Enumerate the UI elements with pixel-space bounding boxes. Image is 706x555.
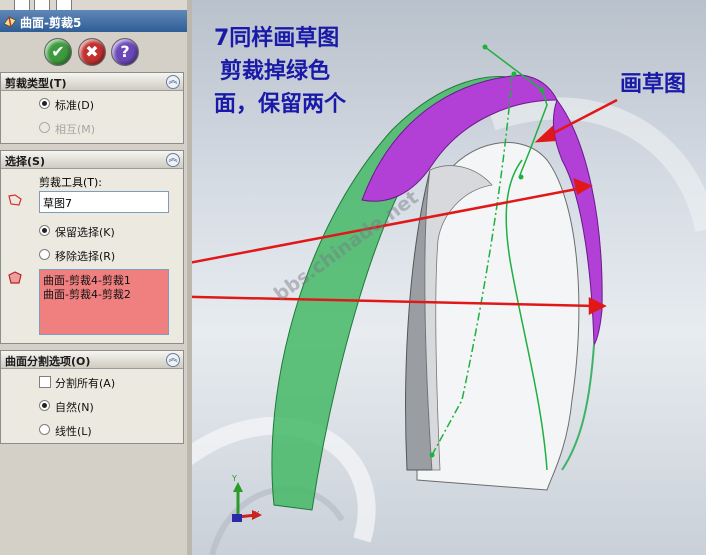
note-line-2: 剪裁掉绿色 bbox=[220, 59, 331, 84]
ok-button[interactable]: ✔ bbox=[44, 38, 72, 66]
sketch-tool-icon bbox=[8, 194, 22, 206]
note-line-3: 面，保留两个 bbox=[214, 92, 347, 117]
cancel-button[interactable]: ✖ bbox=[78, 38, 106, 66]
linear-label: 线性(L) bbox=[55, 425, 92, 438]
natural-label: 自然(N) bbox=[55, 401, 94, 414]
triad-y-label: Y bbox=[232, 474, 237, 483]
radio-standard[interactable] bbox=[39, 98, 50, 109]
surface-select-icon bbox=[8, 271, 22, 284]
collapse-icon[interactable]: ︽ bbox=[166, 353, 180, 367]
trim-type-title: 剪裁类型(T) bbox=[5, 77, 67, 90]
radio-mutual bbox=[39, 122, 50, 133]
standard-label: 标准(D) bbox=[55, 99, 95, 112]
note-line-1: 7同样画草图 bbox=[214, 26, 340, 51]
collapse-icon[interactable]: ︽ bbox=[166, 75, 180, 89]
property-manager-panel: 曲面-剪裁5 ✔ ✖ ? 剪裁类型(T) ︽ 标准(D) 相互(M) 选择(S) bbox=[0, 0, 187, 555]
trim-tool-label: 剪裁工具(T): bbox=[39, 176, 103, 189]
instruction-note: 7同样画草图 剪裁掉绿色 面，保留两个 bbox=[214, 22, 346, 121]
checkmark-icon: ✔ bbox=[51, 42, 65, 61]
selection-group: 选择(S) ︽ 剪裁工具(T): 草图7 保留选择(K) 移除选择(R) 曲面-… bbox=[0, 150, 184, 344]
sketch-note: 画草图 bbox=[620, 72, 687, 97]
split-all-label: 分割所有(A) bbox=[55, 377, 116, 390]
radio-linear[interactable] bbox=[39, 424, 50, 435]
split-all-checkbox[interactable] bbox=[39, 376, 51, 388]
radio-remove[interactable] bbox=[39, 249, 50, 260]
panel-titlebar: 曲面-剪裁5 bbox=[0, 10, 187, 32]
remove-label: 移除选择(R) bbox=[55, 250, 116, 263]
selection-title: 选择(S) bbox=[5, 155, 45, 168]
trim-tool-value: 草图7 bbox=[43, 197, 72, 210]
graphics-viewport[interactable]: 7同样画草图 剪裁掉绿色 面，保留两个 画草图 bbs.chinade.net … bbox=[192, 0, 706, 555]
list-item[interactable]: 曲面-剪裁4-剪裁2 bbox=[43, 286, 131, 302]
collapse-icon[interactable]: ︽ bbox=[166, 153, 180, 167]
mutual-label: 相互(M) bbox=[55, 123, 96, 136]
radio-natural[interactable] bbox=[39, 400, 50, 411]
triad-x-label: X bbox=[254, 510, 260, 519]
help-button[interactable]: ? bbox=[111, 38, 139, 66]
surface-selection-list[interactable]: 曲面-剪裁4-剪裁1 曲面-剪裁4-剪裁2 bbox=[39, 269, 169, 335]
radio-keep[interactable] bbox=[39, 225, 50, 236]
confirm-row: ✔ ✖ ? bbox=[0, 36, 187, 66]
split-options-group: 曲面分割选项(O) ︽ 分割所有(A) 自然(N) 线性(L) bbox=[0, 350, 184, 444]
split-options-title: 曲面分割选项(O) bbox=[5, 355, 91, 368]
help-icon: ? bbox=[120, 42, 130, 61]
panel-tab-strip bbox=[0, 0, 187, 12]
close-icon: ✖ bbox=[85, 42, 99, 61]
split-options-header[interactable]: 曲面分割选项(O) ︽ bbox=[1, 351, 183, 369]
trim-type-group: 剪裁类型(T) ︽ 标准(D) 相互(M) bbox=[0, 72, 184, 144]
panel-title: 曲面-剪裁5 bbox=[20, 16, 82, 30]
selection-header[interactable]: 选择(S) ︽ bbox=[1, 151, 183, 169]
trim-type-header[interactable]: 剪裁类型(T) ︽ bbox=[1, 73, 183, 91]
keep-label: 保留选择(K) bbox=[55, 226, 115, 239]
trim-tool-field[interactable]: 草图7 bbox=[39, 191, 169, 213]
trim-surface-icon bbox=[3, 16, 17, 28]
